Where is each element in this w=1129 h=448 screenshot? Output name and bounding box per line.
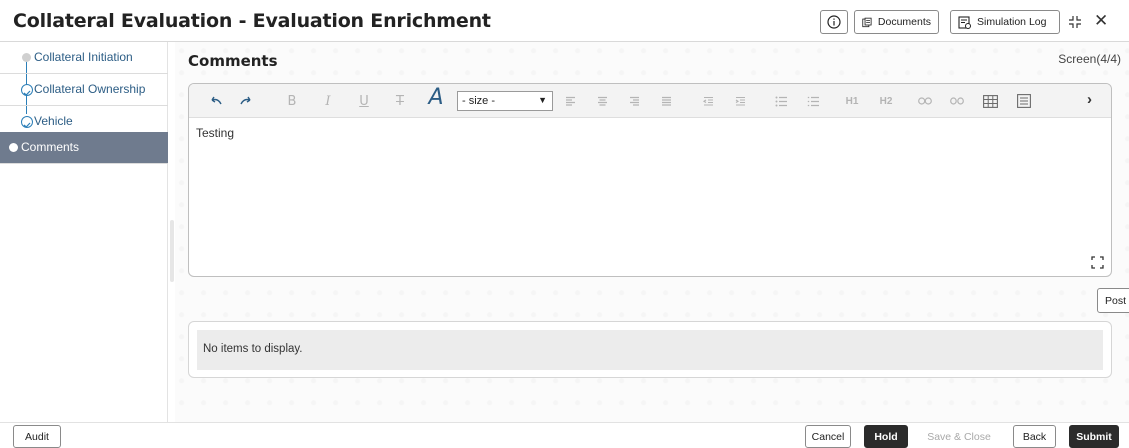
strikethrough-icon[interactable]: T	[393, 92, 407, 110]
page-title: Collateral Evaluation - Evaluation Enric…	[13, 10, 491, 32]
simulation-log-button[interactable]: Simulation Log	[950, 10, 1060, 34]
insert-table-icon[interactable]	[1015, 92, 1033, 110]
bullet-list-icon[interactable]	[773, 92, 789, 110]
cancel-button[interactable]: Cancel	[805, 425, 851, 448]
redo-icon[interactable]	[237, 92, 255, 110]
info-icon	[827, 15, 841, 29]
info-button[interactable]	[820, 10, 848, 34]
editor-content[interactable]: Testing	[196, 126, 234, 140]
expand-icon[interactable]	[1091, 256, 1104, 269]
collapse-icon[interactable]	[1068, 15, 1082, 29]
sidebar-item-label: Collateral Initiation	[34, 50, 133, 64]
save-close-button[interactable]: Save & Close	[924, 425, 994, 448]
step-check-icon	[21, 84, 33, 96]
title-bar: Collateral Evaluation - Evaluation Enric…	[0, 0, 1129, 42]
step-check-icon	[21, 116, 33, 128]
simulation-log-label: Simulation Log	[977, 16, 1047, 28]
back-button[interactable]: Back	[1013, 425, 1056, 448]
outdent-icon[interactable]	[701, 92, 715, 110]
main-content: Comments Screen(4/4) B I U T A - size - …	[175, 42, 1129, 422]
empty-state: No items to display.	[197, 330, 1103, 370]
screen-indicator: Screen(4/4)	[1058, 52, 1121, 66]
sidebar-item-label: Comments	[21, 140, 80, 154]
rich-text-editor[interactable]: B I U T A - size - ▼ H1 H2 › Testing	[188, 83, 1112, 277]
align-left-icon[interactable]	[563, 92, 577, 110]
sidebar-item-label: Vehicle	[34, 114, 73, 128]
sidebar-scrollbar[interactable]	[170, 220, 174, 282]
section-title: Comments	[188, 52, 278, 70]
step-sidebar: Collateral Initiation Collateral Ownersh…	[0, 42, 168, 422]
table-icon[interactable]	[981, 92, 999, 110]
text-color-icon[interactable]: A	[427, 85, 445, 110]
hold-button[interactable]: Hold	[864, 425, 908, 448]
post-button[interactable]: Post	[1097, 288, 1129, 313]
close-icon[interactable]: ✕	[1094, 12, 1108, 29]
undo-icon[interactable]	[207, 92, 225, 110]
bold-icon[interactable]: B	[285, 92, 299, 110]
audit-button[interactable]: Audit	[13, 425, 61, 448]
underline-icon[interactable]: U	[357, 92, 371, 110]
sidebar-item-collateral-initiation[interactable]: Collateral Initiation	[0, 42, 168, 74]
heading2-button[interactable]: H2	[877, 92, 895, 110]
italic-icon[interactable]: I	[321, 92, 335, 110]
align-right-icon[interactable]	[627, 92, 641, 110]
numbered-list-icon[interactable]	[805, 92, 821, 110]
footer-bar: Audit Cancel Hold Save & Close Back Subm…	[0, 422, 1129, 448]
documents-label: Documents	[877, 16, 931, 28]
submit-button[interactable]: Submit	[1069, 425, 1119, 448]
simulation-log-icon	[958, 15, 971, 29]
font-size-value: - size -	[462, 95, 495, 107]
heading1-button[interactable]: H1	[843, 92, 861, 110]
chevron-down-icon: ▼	[538, 95, 547, 105]
sidebar-item-collateral-ownership[interactable]: Collateral Ownership	[0, 74, 168, 106]
comments-list: No items to display.	[188, 321, 1112, 378]
unlink-icon[interactable]	[949, 92, 965, 110]
sidebar-item-comments[interactable]: Comments	[0, 132, 168, 164]
link-icon[interactable]	[917, 92, 933, 110]
chevron-right-icon[interactable]: ›	[1087, 91, 1092, 108]
font-size-select[interactable]: - size - ▼	[457, 91, 553, 111]
sidebar-item-label: Collateral Ownership	[34, 82, 146, 96]
documents-button[interactable]: Documents	[854, 10, 939, 34]
align-justify-icon[interactable]	[659, 92, 673, 110]
documents-icon	[862, 17, 872, 27]
editor-toolbar: B I U T A - size - ▼ H1 H2 ›	[189, 84, 1111, 118]
step-active-icon	[9, 143, 18, 152]
step-pending-icon	[22, 53, 31, 62]
align-center-icon[interactable]	[595, 92, 609, 110]
empty-message: No items to display.	[203, 343, 303, 355]
indent-icon[interactable]	[733, 92, 747, 110]
